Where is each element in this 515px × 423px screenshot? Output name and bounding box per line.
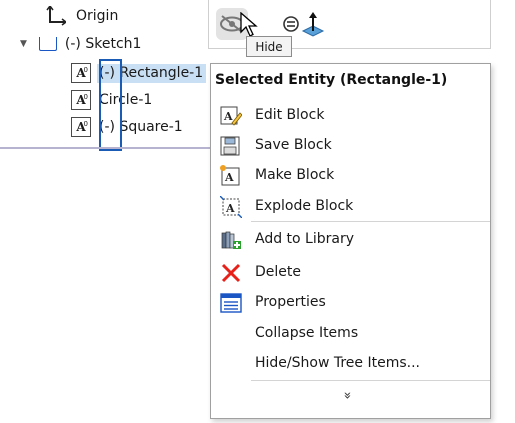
menu-item-edit-block[interactable]: A Edit Block	[211, 102, 490, 128]
edit-block-icon: A	[220, 105, 242, 127]
menu-item-explode-block[interactable]: A Explode Block	[211, 193, 490, 219]
svg-text:A: A	[223, 110, 233, 123]
block-icon: A0	[71, 63, 91, 83]
normal-to-icon	[301, 12, 325, 37]
hide-tooltip: Hide	[246, 36, 292, 57]
explode-block-icon: A	[220, 196, 242, 218]
menu-item-collapse-items[interactable]: Collapse Items	[211, 320, 490, 346]
collapse-arrow-icon[interactable]: ▼	[20, 39, 27, 49]
menu-item-save-block[interactable]: Save Block	[211, 132, 490, 158]
tree-item-origin[interactable]: Origin	[46, 5, 118, 27]
tree-separator	[0, 147, 210, 149]
menu-item-hide-show-tree-items[interactable]: Hide/Show Tree Items...	[211, 350, 490, 376]
menu-item-properties[interactable]: Properties	[211, 289, 490, 315]
properties-icon	[220, 292, 242, 314]
svg-text:A: A	[224, 171, 234, 184]
more-items-chevron-icon[interactable]: »	[339, 388, 354, 403]
tree-item-square-1[interactable]: A0 (-) Square-1	[71, 116, 183, 138]
menu-separator	[251, 221, 490, 222]
add-to-library-icon	[220, 229, 242, 251]
block-icon: A0	[71, 90, 91, 110]
menu-item-add-to-library[interactable]: Add to Library	[211, 226, 490, 252]
svg-text:A: A	[225, 202, 235, 215]
sketch-label: (-) Sketch1	[64, 36, 142, 52]
tree-item-rectangle-1[interactable]: A0 (-) Rectangle-1	[71, 62, 209, 84]
feature-tree: Origin ▼ (-) Sketch1 A0 (-) Rectangle-1 …	[0, 0, 210, 423]
origin-label: Origin	[76, 8, 119, 24]
normal-to-button[interactable]	[297, 8, 329, 40]
menu-item-make-block[interactable]: A Make Block	[211, 162, 490, 188]
menu-title: Selected Entity (Rectangle-1)	[215, 72, 448, 88]
make-block-icon: A	[220, 165, 242, 187]
block-icon: A0	[71, 117, 91, 137]
origin-icon	[46, 6, 66, 26]
save-block-icon	[220, 135, 242, 157]
delete-icon	[220, 262, 242, 284]
menu-item-delete[interactable]: Delete	[211, 259, 490, 285]
menu-separator	[251, 380, 490, 381]
context-menu: Selected Entity (Rectangle-1) A Edit Blo…	[210, 63, 491, 419]
sketch-icon	[38, 37, 57, 51]
highlight-outline	[99, 59, 122, 151]
mouse-cursor-icon	[240, 12, 258, 37]
tree-item-sketch1[interactable]: ▼ (-) Sketch1	[20, 33, 141, 55]
